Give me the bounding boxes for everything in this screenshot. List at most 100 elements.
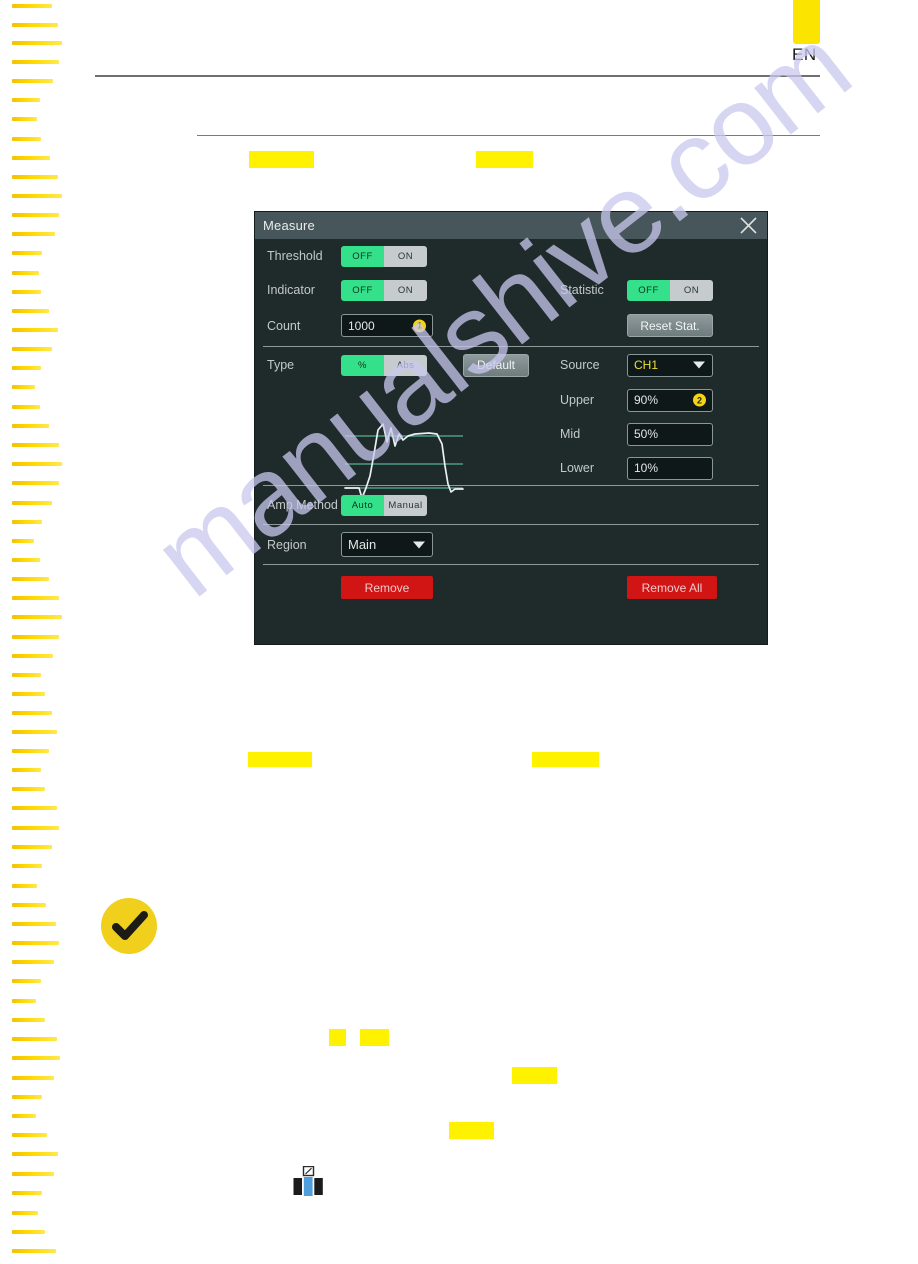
- margin-mark: [12, 1076, 54, 1080]
- margin-mark: [12, 309, 49, 313]
- margin-mark: [12, 194, 62, 198]
- margin-mark: [12, 673, 41, 677]
- margin-mark: [12, 328, 58, 332]
- indicator-label: Indicator: [267, 283, 315, 297]
- amp-method-manual[interactable]: Manual: [384, 494, 427, 516]
- text-highlight: [476, 151, 533, 168]
- region-dropdown[interactable]: Main: [341, 532, 433, 557]
- amp-method-auto[interactable]: Auto: [341, 494, 384, 516]
- margin-mark: [12, 501, 52, 505]
- type-label: Type: [267, 358, 295, 372]
- count-badge: 1: [413, 319, 426, 332]
- chevron-down-icon[interactable]: [693, 361, 705, 369]
- dialog-title: Measure: [263, 218, 315, 233]
- margin-mark: [12, 175, 58, 179]
- default-button[interactable]: Default: [463, 353, 529, 377]
- margin-mark: [12, 768, 41, 772]
- remove-button[interactable]: Remove: [341, 576, 433, 599]
- source-value: CH1: [634, 358, 659, 372]
- statistic-toggle-on[interactable]: ON: [670, 279, 713, 301]
- upper-input[interactable]: 90% 2: [627, 388, 713, 412]
- row-indicator-statistic: Indicator OFF ON Statistic OFF ON: [255, 273, 767, 307]
- margin-mark: [12, 271, 39, 275]
- margin-mark: [12, 999, 36, 1003]
- margin-mark: [12, 922, 56, 926]
- row-mid: Mid 50%: [255, 417, 767, 451]
- margin-mark: [12, 347, 52, 351]
- reset-stat-button[interactable]: Reset Stat.: [627, 314, 713, 337]
- text-highlight: [249, 151, 314, 168]
- lower-label: Lower: [560, 461, 595, 475]
- margin-mark: [12, 1230, 45, 1234]
- margin-mark: [12, 1172, 54, 1176]
- source-dropdown[interactable]: CH1: [627, 353, 713, 377]
- margin-mark: [12, 117, 37, 121]
- margin-mark: [12, 635, 59, 639]
- row-amp-method: Amp Method Auto Manual: [255, 486, 767, 524]
- threshold-label: Threshold: [267, 249, 323, 263]
- statistic-label: Statistic: [560, 283, 604, 297]
- text-highlight: [329, 1029, 346, 1046]
- indicator-toggle[interactable]: OFF ON: [341, 279, 427, 301]
- text-highlight: [532, 752, 599, 767]
- amp-method-toggle[interactable]: Auto Manual: [341, 494, 427, 516]
- type-toggle-abs[interactable]: Abs: [384, 354, 427, 376]
- margin-mark: [12, 826, 59, 830]
- indicator-toggle-on[interactable]: ON: [384, 279, 427, 301]
- margin-mark: [12, 1191, 42, 1195]
- margin-mark: [12, 730, 57, 734]
- margin-mark: [12, 1249, 56, 1253]
- upper-label: Upper: [560, 393, 595, 407]
- text-highlight: [512, 1067, 557, 1084]
- remove-all-button[interactable]: Remove All: [627, 576, 717, 599]
- margin-mark: [12, 1114, 36, 1118]
- chevron-down-icon[interactable]: [413, 541, 425, 548]
- margin-mark: [12, 251, 42, 255]
- check-circle-icon: [101, 898, 157, 954]
- language-label: EN: [792, 45, 817, 64]
- threshold-toggle[interactable]: OFF ON: [341, 245, 427, 267]
- margin-mark: [12, 864, 42, 868]
- row-threshold: Threshold OFF ON: [255, 239, 767, 273]
- close-icon[interactable]: [739, 216, 758, 235]
- margin-mark: [12, 558, 40, 562]
- lower-input[interactable]: 10%: [627, 456, 713, 480]
- header-rule: [95, 75, 820, 77]
- upper-value: 90%: [634, 393, 659, 407]
- row-upper: Upper 90% 2: [255, 383, 767, 417]
- margin-mark: [12, 443, 59, 447]
- margin-mark: [12, 1018, 45, 1022]
- margin-mark: [12, 1211, 38, 1215]
- margin-mark: [12, 4, 52, 8]
- margin-mark: [12, 654, 53, 658]
- margin-mark: [12, 156, 50, 160]
- row-type-source: Type % Abs Default Source CH1: [255, 347, 767, 383]
- margin-mark: [12, 979, 41, 983]
- margin-mark: [12, 290, 41, 294]
- mid-label: Mid: [560, 427, 581, 441]
- mid-value: 50%: [634, 427, 659, 441]
- margin-mark: [12, 23, 58, 27]
- threshold-toggle-off[interactable]: OFF: [341, 245, 384, 267]
- type-toggle[interactable]: % Abs: [341, 354, 427, 376]
- margin-mark: [12, 41, 62, 45]
- margin-mark: [12, 539, 34, 543]
- statistic-toggle[interactable]: OFF ON: [627, 279, 713, 301]
- threshold-toggle-on[interactable]: ON: [384, 245, 427, 267]
- type-toggle-percent[interactable]: %: [341, 354, 384, 376]
- margin-mark: [12, 424, 49, 428]
- margin-mark: [12, 577, 49, 581]
- source-label: Source: [560, 358, 600, 372]
- dialog-body: Threshold OFF ON Indicator OFF ON Statis…: [255, 239, 767, 611]
- margin-mark: [12, 60, 59, 64]
- margin-mark: [12, 1037, 57, 1041]
- count-label: Count: [267, 318, 301, 333]
- indicator-toggle-off[interactable]: OFF: [341, 279, 384, 301]
- margin-mark: [12, 960, 54, 964]
- margin-mark: [12, 520, 42, 524]
- count-input[interactable]: 1000 1: [341, 314, 433, 337]
- statistic-toggle-off[interactable]: OFF: [627, 279, 670, 301]
- mid-input[interactable]: 50%: [627, 422, 713, 446]
- lower-value: 10%: [634, 461, 659, 475]
- text-highlight: [449, 1122, 494, 1139]
